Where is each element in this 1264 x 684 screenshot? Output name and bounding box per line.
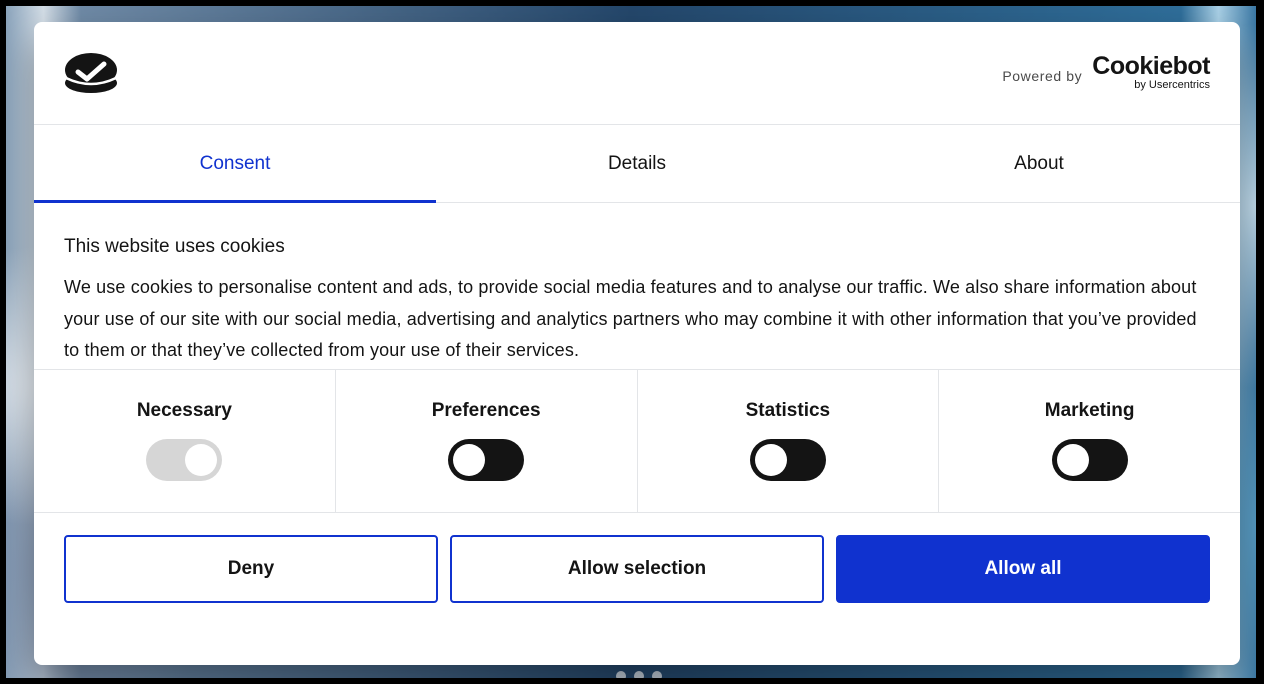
statistics-label: Statistics [745, 400, 831, 421]
marketing-label: Marketing [1044, 400, 1135, 421]
tab-details[interactable]: Details [436, 125, 838, 202]
powered-by-label: Powered by [1002, 67, 1083, 84]
powered-by-cookiebot[interactable]: Powered by Cookiebot by Usercentrics [1002, 54, 1210, 91]
statistics-toggle[interactable] [749, 439, 826, 481]
allow-all-button[interactable]: Allow all [836, 535, 1210, 603]
category-statistics: Statistics [638, 370, 940, 512]
cookiebot-wordmark: Cookiebot [1092, 52, 1210, 80]
consent-body: We use cookies to personalise content an… [64, 277, 1197, 360]
preferences-label: Preferences [431, 400, 541, 421]
tab-bar: Consent Details About [34, 125, 1240, 203]
carousel-dots [616, 671, 662, 678]
cookie-consent-dialog: Powered by Cookiebot by Usercentrics Con… [34, 22, 1240, 665]
cookiebot-check-logo-icon [65, 53, 117, 93]
category-marketing: Marketing [939, 370, 1240, 512]
deny-button[interactable]: Deny [64, 535, 438, 603]
category-preferences: Preferences [336, 370, 638, 512]
consent-title: This website uses cookies [64, 236, 285, 257]
allow-selection-button[interactable]: Allow selection [450, 535, 824, 603]
category-necessary: Necessary [34, 370, 336, 512]
necessary-toggle [146, 439, 223, 481]
cookiebot-logo: Cookiebot by Usercentrics [1092, 54, 1210, 91]
tab-about[interactable]: About [838, 125, 1240, 202]
category-toggles: Necessary Preferences Statistics Marketi… [34, 370, 1240, 513]
consent-content: This website uses cookies We use cookies… [34, 203, 1240, 370]
preferences-toggle[interactable] [448, 439, 525, 481]
tab-consent[interactable]: Consent [34, 125, 436, 203]
dialog-header: Powered by Cookiebot by Usercentrics [34, 22, 1240, 125]
necessary-label: Necessary [136, 400, 232, 421]
action-buttons: Deny Allow selection Allow all [34, 513, 1240, 603]
cookiebot-byline: by Usercentrics [1134, 79, 1210, 91]
marketing-toggle[interactable] [1051, 439, 1128, 481]
